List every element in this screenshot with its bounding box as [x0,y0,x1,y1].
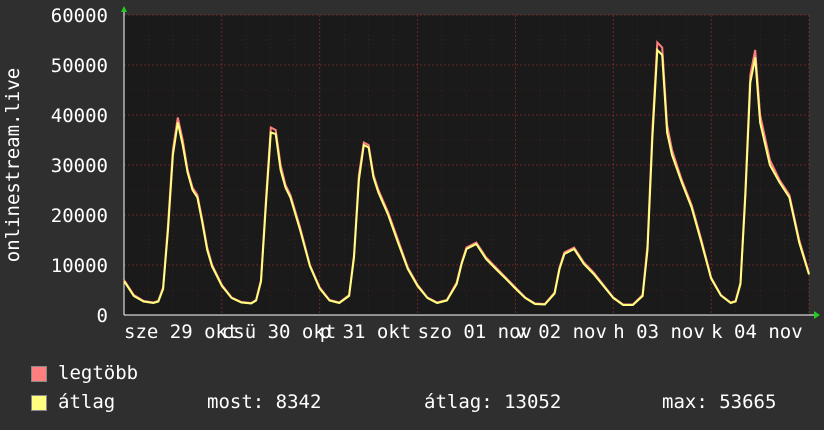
stat-max: max: 53665 [662,391,777,413]
y-tick-label: 10000 [51,255,108,277]
x-tick-label: h 03 nov [613,321,705,343]
y-tick-label: 20000 [51,205,108,227]
stat-average: átlag: 13052 [424,391,562,413]
legend-swatch-max [31,366,47,382]
y-axis-arrow-icon [121,6,127,12]
traffic-chart: 0 10000 20000 30000 40000 50000 60000 sze 29 o… [2,5,820,343]
legend-swatch-avg [31,395,47,411]
x-tick-label: k 04 nov [711,321,803,343]
y-tick-label: 50000 [51,55,108,77]
y-tick-label: 60000 [51,5,108,27]
y-tick-label: 0 [97,305,108,327]
x-tick-label: v 02 nov [515,321,607,343]
y-axis-ticks: 0 10000 20000 30000 40000 50000 60000 [51,5,108,327]
y-tick-label: 40000 [51,105,108,127]
stat-now: most: 8342 [207,391,322,413]
legend-label-avg: átlag [58,391,116,413]
legend-label-max: legtöbb [58,362,139,384]
y-tick-label: 30000 [51,155,108,177]
x-tick-label: p 31 okt [320,321,412,343]
y-axis-label: onlinestream.live [2,68,24,262]
legend-row-max: legtöbb [0,362,824,386]
x-axis-ticks: sze 29 oktcsü 30 oktp 31 okt szo 01 novv … [124,321,803,343]
x-axis-arrow-icon [814,311,820,319]
legend-row-avg: átlag most: 8342 átlag: 13052 max: 53665 [0,391,824,415]
